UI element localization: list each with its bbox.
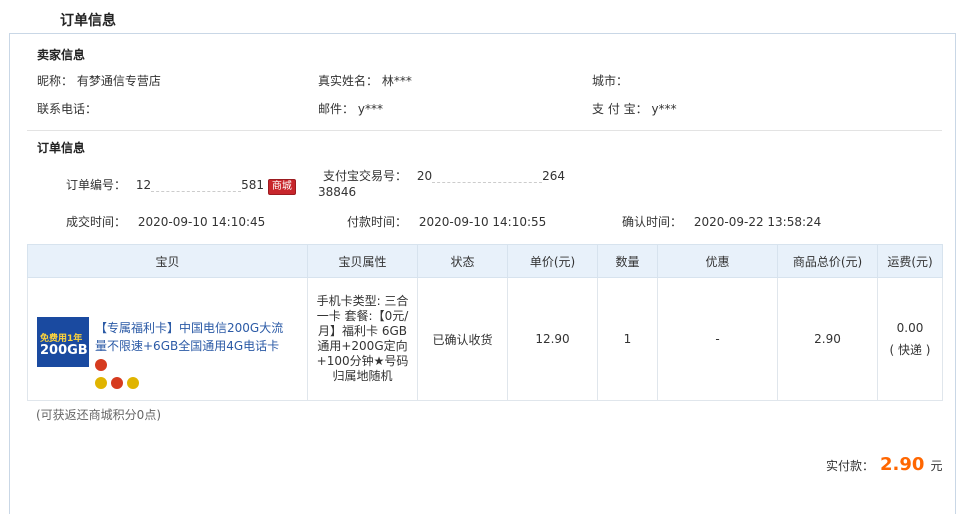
shield-icon (95, 358, 107, 371)
email-label: 邮件： (318, 102, 355, 116)
redacted-mask (432, 170, 543, 183)
header-goods: 宝贝 (27, 244, 308, 278)
header-discount: 优惠 (657, 244, 778, 278)
product-link-wrap: 【专属福利卡】中国电信200G大流量不限速+6GB全国通用4G电话卡 (95, 319, 295, 391)
header-attributes: 宝贝属性 (307, 244, 418, 278)
pay-time-label: 付款时间： (347, 215, 408, 229)
phone-label: 联系电话： (37, 102, 98, 116)
email-value: y*** (357, 102, 383, 116)
alipay-label: 支 付 宝： (592, 102, 648, 116)
header-status: 状态 (417, 244, 508, 278)
confirm-time: 确认时间： 2020-09-22 13:58:24 (622, 213, 821, 230)
paid-total: 实付款： 2.90 元 (826, 454, 942, 475)
alipay-trade-prefix: 20 (416, 169, 433, 183)
alipay-trade-number: 支付宝交易号： 20 264 (323, 167, 565, 184)
shipping-cell: 0.00 ( 快递 ) (877, 277, 943, 401)
confirm-time-value: 2020-09-22 13:58:24 (693, 215, 822, 229)
thumbnail-text-main: 200GB (40, 343, 88, 358)
service-icon (127, 376, 139, 389)
deal-time-label: 成交时间： (66, 215, 127, 229)
paid-amount: 2.90 (880, 454, 925, 475)
section-divider (27, 130, 942, 131)
product-link[interactable]: 【专属福利卡】中国电信200G大流量不限速+6GB全国通用4G电话卡 (95, 321, 283, 353)
seller-section-title: 卖家信息 (37, 48, 86, 62)
alipay-trade-suffix: 264 (542, 169, 566, 183)
header-unit-price: 单价(元) (507, 244, 598, 278)
nickname-value: 有梦通信专营店 (76, 74, 161, 88)
table-row: 免费用1年 200GB 【专属福利卡】中国电信200G大流量不限速+6GB全国通… (27, 277, 943, 401)
paid-unit: 元 (930, 459, 943, 473)
header-total: 商品总价(元) (777, 244, 878, 278)
page-title: 订单信息 (60, 13, 116, 29)
quantity-cell: 1 (597, 277, 658, 401)
redacted-mask (151, 179, 242, 192)
genuine-icon (111, 376, 123, 389)
product-thumbnail[interactable]: 免费用1年 200GB (37, 317, 89, 367)
goods-cell: 免费用1年 200GB 【专属福利卡】中国电信200G大流量不限速+6GB全国通… (27, 277, 308, 401)
shipping-fee: 0.00 (896, 320, 924, 335)
order-number-label: 订单编号： (66, 178, 127, 192)
total-cell: 2.90 (777, 277, 878, 401)
seller-alipay: 支 付 宝： y*** (592, 100, 677, 117)
seller-nickname: 昵称： 有梦通信专营店 (37, 72, 161, 89)
city-label: 城市： (592, 74, 629, 88)
table-header-row: 宝贝 宝贝属性 状态 单价(元) 数量 优惠 商品总价(元) 运费(元) (27, 244, 943, 278)
order-number-suffix: 581 (241, 178, 265, 192)
order-number-prefix: 12 (135, 178, 152, 192)
header-quantity: 数量 (597, 244, 658, 278)
guarantee-icon (95, 376, 107, 389)
discount-cell: - (657, 277, 778, 401)
seller-city: 城市： (592, 72, 628, 89)
alipay-trade-line2: 38846 (318, 185, 357, 199)
paid-label: 实付款： (826, 459, 875, 473)
confirm-time-label: 确认时间： (622, 215, 683, 229)
deal-time-value: 2020-09-10 14:10:45 (137, 215, 266, 229)
header-shipping: 运费(元) (877, 244, 943, 278)
deal-time: 成交时间： 2020-09-10 14:10:45 (66, 213, 265, 230)
unit-price-cell: 12.90 (507, 277, 598, 401)
order-number: 订单编号： 12 581 商城 (66, 176, 296, 195)
order-section-title: 订单信息 (37, 141, 86, 155)
realname-label: 真实姓名： (318, 74, 379, 88)
seller-email: 邮件： y*** (318, 100, 383, 117)
mall-badge: 商城 (267, 179, 296, 195)
seller-realname: 真实姓名： 林*** (318, 72, 412, 89)
seller-phone: 联系电话： (37, 100, 97, 117)
attributes-cell: 手机卡类型: 三合一卡 套餐:【0元/月】福利卡 6GB通用+200G定向+10… (307, 277, 418, 401)
points-note: (可获返还商城积分0点) (36, 408, 161, 422)
order-items-table: 宝贝 宝贝属性 状态 单价(元) 数量 优惠 商品总价(元) 运费(元) 免费用… (27, 244, 943, 401)
pay-time: 付款时间： 2020-09-10 14:10:55 (347, 213, 546, 230)
nickname-label: 昵称： (37, 74, 74, 88)
alipay-value: y*** (651, 102, 677, 116)
shipping-type: ( 快递 ) (889, 342, 931, 357)
pay-time-value: 2020-09-10 14:10:55 (418, 215, 547, 229)
alipay-trade-label: 支付宝交易号： (323, 169, 408, 183)
realname-value: 林*** (381, 74, 412, 88)
status-cell: 已确认收货 (417, 277, 508, 401)
